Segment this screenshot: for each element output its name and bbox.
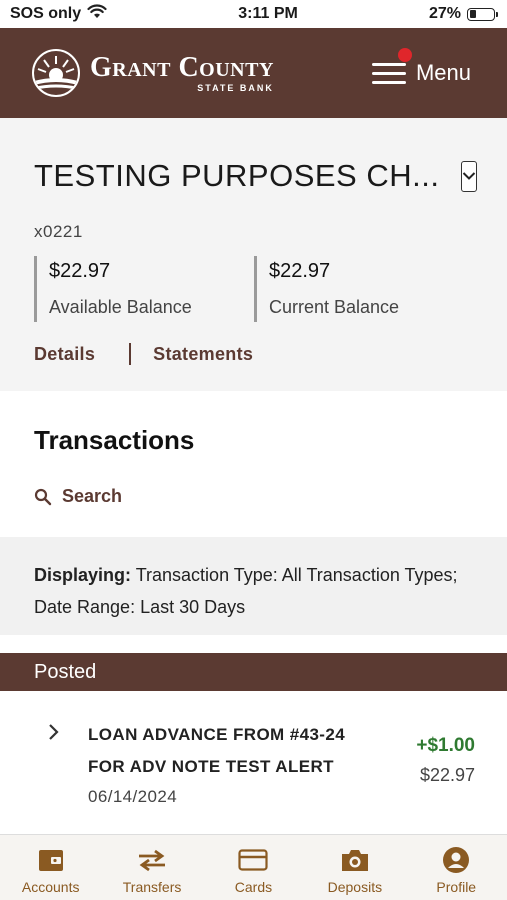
status-right: 27% <box>428 5 498 23</box>
search-icon <box>34 488 52 505</box>
available-balance: $22.97 Available Balance <box>34 256 254 322</box>
transaction-amount: +$1.00 <box>416 735 475 756</box>
account-title-row: TESTING PURPOSES CH... <box>34 158 478 194</box>
available-balance-amount: $22.97 <box>49 260 111 282</box>
tab-deposits-label: Deposits <box>327 879 383 895</box>
status-left: SOS only <box>10 4 107 24</box>
notification-dot <box>397 48 412 62</box>
wallet-icon <box>37 845 65 875</box>
transaction-details: LOAN ADVANCE FROM #43-24 FOR ADV NOTE TE… <box>88 719 416 831</box>
current-balance-amount: $22.97 <box>269 260 331 282</box>
tab-transfers-label: Transfers <box>122 879 182 895</box>
app-header: Grant County STATE BANK Menu <box>0 28 507 118</box>
menu-label: Menu <box>415 60 471 85</box>
sunrise-logo-icon <box>32 49 80 97</box>
transaction-row[interactable]: LOAN ADVANCE FROM #43-24 FOR ADV NOTE TE… <box>0 691 507 831</box>
chevron-down-icon <box>463 172 476 180</box>
tab-transfers[interactable]: Transfers <box>102 845 202 895</box>
balances: $22.97 Available Balance $22.97 Current … <box>34 256 473 322</box>
account-number: x0221 <box>34 222 83 241</box>
clock: 3:11 PM <box>238 5 298 22</box>
current-balance-label: Current Balance <box>269 297 400 317</box>
tab-profile-label: Profile <box>436 879 477 895</box>
wifi-icon <box>87 4 107 24</box>
battery-fill <box>469 10 476 18</box>
link-divider <box>129 343 132 365</box>
transaction-description-line2: FOR ADV NOTE TEST ALERT <box>88 757 334 776</box>
transaction-running-balance: $22.97 <box>419 765 475 785</box>
tab-deposits[interactable]: Deposits <box>305 845 405 895</box>
tab-cards-label: Cards <box>234 879 273 895</box>
account-selector-button[interactable] <box>461 160 478 192</box>
logo-text: Grant County STATE BANK <box>90 51 274 93</box>
transaction-description-line1: LOAN ADVANCE FROM #43-24 <box>88 725 346 744</box>
battery-percent: 27% <box>428 5 461 22</box>
battery-icon <box>467 7 498 21</box>
statements-link[interactable]: Statements <box>153 344 253 365</box>
search-button[interactable]: Search <box>34 486 473 507</box>
search-label: Search <box>62 486 123 506</box>
bank-logo[interactable]: Grant County STATE BANK <box>32 49 274 97</box>
user-profile-icon <box>442 845 470 875</box>
chevron-right-icon <box>48 719 88 831</box>
tab-accounts[interactable]: Accounts <box>1 845 101 895</box>
menu-button[interactable]: Menu <box>371 48 471 86</box>
posted-section-header: Posted <box>0 653 507 691</box>
hamburger-icon <box>371 62 406 84</box>
transaction-amounts: +$1.00 $22.97 <box>416 719 475 831</box>
bank-subtitle: STATE BANK <box>197 82 274 93</box>
filter-prefix: Displaying: <box>34 565 132 585</box>
transaction-date: 06/14/2024 <box>88 787 178 806</box>
current-balance: $22.97 Current Balance <box>254 256 399 322</box>
carrier-text: SOS only <box>10 5 82 22</box>
available-balance-label: Available Balance <box>49 297 192 317</box>
posted-label: Posted <box>34 660 97 683</box>
transactions-heading: Transactions <box>34 425 195 455</box>
tab-profile[interactable]: Profile <box>406 845 506 895</box>
bank-name: Grant County <box>90 51 274 83</box>
account-links: Details Statements <box>34 343 473 365</box>
tab-accounts-label: Accounts <box>21 879 80 895</box>
details-link[interactable]: Details <box>34 344 95 365</box>
account-name: TESTING PURPOSES CH... <box>34 158 440 193</box>
transactions-section: Transactions Search <box>0 391 507 537</box>
transfer-arrows-icon <box>135 845 169 875</box>
tab-cards[interactable]: Cards <box>203 845 303 895</box>
filter-summary: Displaying: Transaction Type: All Transa… <box>0 537 507 635</box>
account-summary: TESTING PURPOSES CH... x0221 $22.97 Avai… <box>0 118 507 391</box>
status-bar: SOS only 3:11 PM 27% <box>0 0 507 28</box>
camera-icon <box>340 845 370 875</box>
credit-card-icon <box>238 845 269 875</box>
bottom-tab-bar: Accounts Transfers Cards Deposits Profil… <box>0 834 507 900</box>
